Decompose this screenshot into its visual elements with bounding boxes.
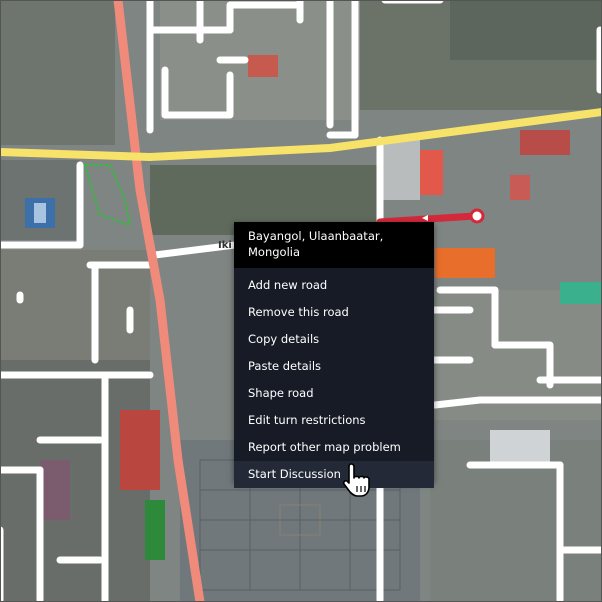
menu-item-report-map-problem[interactable]: Report other map problem	[234, 434, 434, 461]
menu-item-edit-turn-restrictions[interactable]: Edit turn restrictions	[234, 407, 434, 434]
context-menu: Bayangol, Ulaanbaatar, Mongolia Add new …	[234, 222, 434, 488]
road-name-label: Iki	[218, 240, 232, 251]
menu-item-shape-road[interactable]: Shape road	[234, 380, 434, 407]
menu-item-add-new-road[interactable]: Add new road	[234, 272, 434, 299]
menu-item-remove-this-road[interactable]: Remove this road	[234, 299, 434, 326]
menu-item-start-discussion[interactable]: Start Discussion	[234, 461, 434, 488]
road-endpoint-node[interactable]	[469, 208, 485, 224]
context-menu-location: Bayangol, Ulaanbaatar, Mongolia	[234, 222, 434, 268]
menu-item-paste-details[interactable]: Paste details	[234, 353, 434, 380]
menu-item-copy-details[interactable]: Copy details	[234, 326, 434, 353]
hand-pointer-cursor-icon	[342, 463, 370, 497]
